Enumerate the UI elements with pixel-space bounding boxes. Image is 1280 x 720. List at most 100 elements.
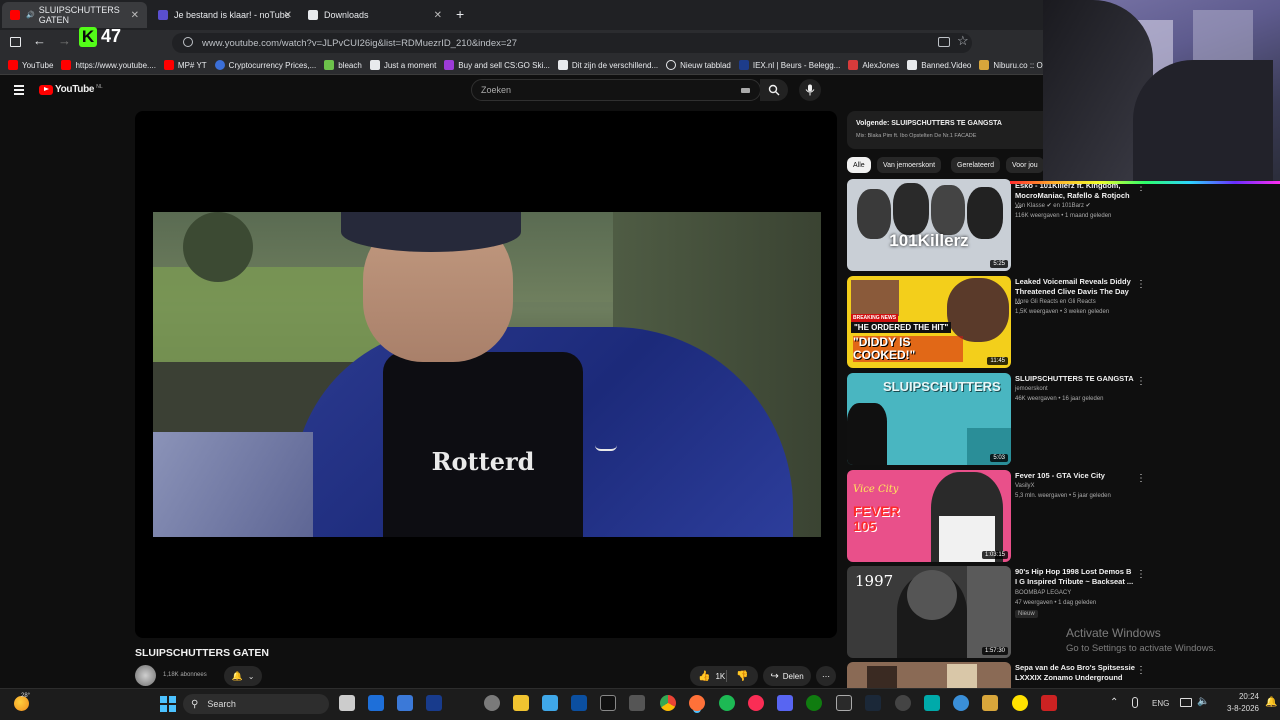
recommendation-channel[interactable]: Van Klasse ✔ en 101Barz ✔ bbox=[1015, 202, 1135, 211]
chrome-icon[interactable] bbox=[660, 695, 676, 711]
chip-for-you[interactable]: Voor jou bbox=[1006, 157, 1044, 173]
recommendation-channel[interactable]: jemoerskont bbox=[1015, 385, 1135, 394]
discord-icon[interactable] bbox=[777, 695, 793, 711]
photos-icon[interactable] bbox=[542, 695, 558, 711]
search-button[interactable] bbox=[760, 79, 788, 101]
recommendation-channel[interactable]: More Gli Reacts en Gli Reacts bbox=[1015, 298, 1135, 307]
share-button[interactable]: ↪ Delen bbox=[763, 666, 811, 686]
clock-date[interactable]: 3-8-2026 bbox=[1213, 704, 1259, 713]
like-count[interactable]: 1K bbox=[715, 672, 725, 681]
bookmark-item[interactable]: AlexJones bbox=[848, 60, 899, 70]
spotify-icon[interactable] bbox=[719, 695, 735, 711]
more-vertical-icon[interactable]: ⋮ bbox=[1136, 473, 1146, 484]
recommendation-channel[interactable]: VasilyX bbox=[1015, 482, 1135, 491]
dislike-icon[interactable]: 👎 bbox=[736, 671, 748, 682]
firefox-icon[interactable] bbox=[689, 695, 705, 711]
site-info-icon[interactable] bbox=[183, 37, 193, 47]
calculator-icon[interactable] bbox=[397, 695, 413, 711]
language-indicator[interactable]: ENG bbox=[1152, 699, 1169, 708]
bookmark-item[interactable]: https://www.youtube.... bbox=[61, 60, 156, 70]
bookmark-item[interactable]: Just a moment bbox=[369, 60, 436, 70]
app-icon[interactable] bbox=[982, 695, 998, 711]
notification-bell-icon[interactable]: 🔔 bbox=[1265, 697, 1277, 708]
app-icon[interactable] bbox=[895, 695, 911, 711]
tab-downloads[interactable]: Downloads ✕ bbox=[300, 2, 450, 28]
file-explorer-icon[interactable] bbox=[513, 695, 529, 711]
more-vertical-icon[interactable]: ⋮ bbox=[1136, 376, 1146, 387]
close-icon[interactable]: ✕ bbox=[284, 10, 292, 21]
bookmark-item[interactable]: MP# YT bbox=[163, 60, 207, 70]
recommendation-thumbnail[interactable]: Vice City FEVER 105 1:03:15 bbox=[847, 470, 1011, 562]
star-icon[interactable]: ☆ bbox=[957, 33, 969, 49]
store-icon[interactable] bbox=[571, 695, 587, 711]
channel-avatar[interactable] bbox=[135, 665, 156, 686]
tab-notube[interactable]: Je bestand is klaar! - noTube ✕ bbox=[150, 2, 300, 28]
app-icon[interactable] bbox=[924, 695, 940, 711]
address-bar[interactable]: www.youtube.com/watch?v=JLPvCUI26ig&list… bbox=[172, 33, 972, 53]
clock-time[interactable]: 20:24 bbox=[1221, 692, 1259, 701]
voice-search-button[interactable] bbox=[799, 79, 821, 101]
recommendation-title[interactable]: Fever 105 - GTA Vice City bbox=[1015, 471, 1135, 481]
recommendation-thumbnail[interactable] bbox=[847, 662, 1011, 688]
chip-all[interactable]: Alle bbox=[847, 157, 871, 173]
bookmark-item[interactable]: IEX.nl | Beurs - Belegg... bbox=[738, 60, 840, 70]
subscribe-notification-button[interactable]: 🔔 ⌄ bbox=[224, 666, 262, 686]
bookmark-item[interactable]: Nieuw tabblad bbox=[666, 60, 731, 70]
network-icon[interactable] bbox=[1180, 698, 1192, 707]
recommendation-title[interactable]: Sepa van de Aso Bro's Spitsessie LXXXIX … bbox=[1015, 663, 1135, 683]
volume-icon[interactable]: 🔈 bbox=[1197, 696, 1209, 707]
app-icon[interactable] bbox=[953, 695, 969, 711]
terminal-icon[interactable] bbox=[600, 695, 616, 711]
hamburger-menu-icon[interactable] bbox=[14, 85, 24, 95]
recommendation-thumbnail[interactable]: BREAKING NEWS "HE ORDERED THE HIT" "DIDD… bbox=[847, 276, 1011, 368]
sidebar-toggle-icon[interactable] bbox=[10, 37, 21, 47]
microphone-icon[interactable] bbox=[1132, 697, 1138, 708]
new-tab-icon[interactable]: + bbox=[456, 6, 464, 22]
epic-games-icon[interactable] bbox=[836, 695, 852, 711]
recommendation-channel[interactable]: BOOMBAP LEGACY bbox=[1015, 589, 1135, 598]
windows-start-icon[interactable] bbox=[160, 696, 176, 712]
sbb-app-icon[interactable] bbox=[426, 695, 442, 711]
steam-icon[interactable] bbox=[865, 695, 881, 711]
settings-gear-icon[interactable] bbox=[484, 695, 500, 711]
task-view-icon[interactable] bbox=[339, 695, 355, 711]
bookmark-item[interactable]: Banned.Video bbox=[907, 60, 971, 70]
xbox-icon[interactable] bbox=[806, 695, 822, 711]
youtube-logo[interactable]: YouTube NL bbox=[39, 84, 103, 95]
recommendation-title[interactable]: 90's Hip Hop 1998 Lost Demos B I G Inspi… bbox=[1015, 567, 1135, 587]
close-icon[interactable]: ✕ bbox=[131, 10, 139, 21]
itunes-icon[interactable] bbox=[748, 695, 764, 711]
tab-youtube[interactable]: 🔊 SLUIPSCHUTTERS GATEN ✕ bbox=[2, 2, 147, 28]
snapchat-icon[interactable] bbox=[1012, 695, 1028, 711]
more-vertical-icon[interactable]: ⋮ bbox=[1136, 665, 1146, 676]
app-icon[interactable] bbox=[629, 695, 645, 711]
recommendation-thumbnail[interactable]: SLUIPSCHUTTERS 5:03 bbox=[847, 373, 1011, 465]
chevron-up-icon[interactable]: ⌃ bbox=[1110, 697, 1118, 708]
recommendation-thumbnail[interactable]: 101Killerz 5:25 bbox=[847, 179, 1011, 271]
bookmark-item[interactable]: YouTube bbox=[8, 60, 53, 70]
chip-related[interactable]: Gerelateerd bbox=[951, 157, 1000, 173]
outlook-icon[interactable] bbox=[368, 695, 384, 711]
taskbar-search[interactable]: ⚲ Search bbox=[183, 694, 329, 714]
more-vertical-icon[interactable]: ⋮ bbox=[1136, 279, 1146, 290]
forward-arrow-icon[interactable]: → bbox=[58, 33, 71, 48]
like-icon[interactable]: 👍 bbox=[698, 671, 710, 682]
more-vertical-icon[interactable]: ⋮ bbox=[1136, 569, 1146, 580]
back-arrow-icon[interactable]: ← bbox=[33, 33, 46, 48]
close-icon[interactable]: ✕ bbox=[434, 10, 442, 21]
recommendation-thumbnail[interactable]: 1997 1:57:30 bbox=[847, 566, 1011, 658]
video-player[interactable]: Rotterd bbox=[135, 111, 837, 638]
recommendation-title[interactable]: SLUIPSCHUTTERS TE GANGSTA bbox=[1015, 374, 1135, 384]
search-icon: ⚲ bbox=[191, 698, 199, 710]
bookmark-item[interactable]: Buy and sell CS:GO Ski... bbox=[444, 60, 550, 70]
bookmark-item[interactable]: bleach bbox=[324, 60, 362, 70]
bookmark-item[interactable]: Cryptocurrency Prices,... bbox=[214, 60, 316, 70]
playlist-header[interactable]: Volgende: SLUIPSCHUTTERS TE GANGSTA Mix:… bbox=[847, 111, 1043, 149]
install-app-icon[interactable] bbox=[938, 37, 950, 47]
more-actions-button[interactable]: ⋯ bbox=[816, 666, 836, 686]
chip-from-channel[interactable]: Van jemoerskont bbox=[877, 157, 942, 173]
search-input[interactable]: Zoeken bbox=[471, 79, 761, 101]
bookmark-item[interactable]: Dit zijn de verschillend... bbox=[557, 60, 658, 70]
app-icon[interactable] bbox=[1041, 695, 1057, 711]
keyboard-icon[interactable] bbox=[741, 88, 750, 93]
